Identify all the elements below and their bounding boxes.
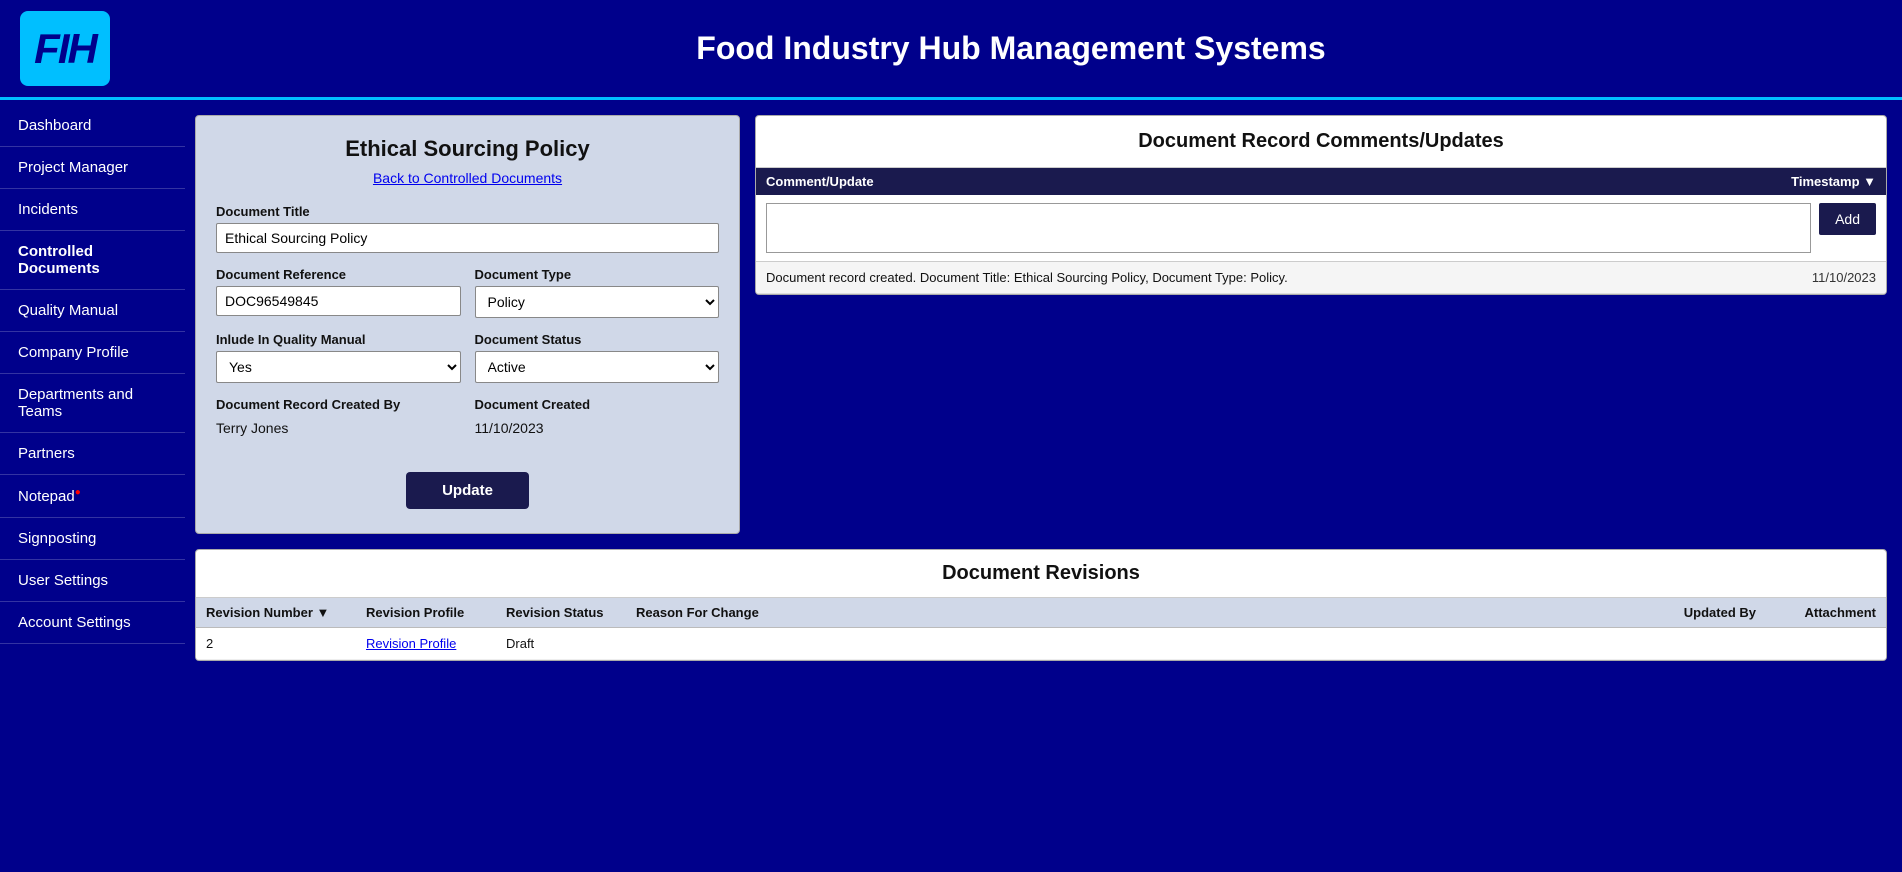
comments-col-header-comment: Comment/Update [766,174,1716,189]
sidebar-item-controlled-documents[interactable]: Controlled Documents [0,231,185,290]
created-by-value: Terry Jones [216,416,461,440]
document-created-group: Document Created 11/10/2023 [475,397,720,440]
header-title: Food Industry Hub Management Systems [140,30,1882,67]
include-qm-label: Inlude In Quality Manual [216,332,461,347]
back-to-controlled-documents-link[interactable]: Back to Controlled Documents [216,170,719,186]
main-layout: Dashboard Project Manager Incidents Cont… [0,100,1902,872]
document-title-label: Document Title [216,204,719,219]
sidebar-item-company-profile[interactable]: Company Profile [0,332,185,374]
revisions-title: Document Revisions [196,550,1886,598]
comments-col-header-timestamp: Timestamp ▼ [1716,174,1876,189]
sidebar-item-signposting[interactable]: Signposting [0,518,185,560]
comments-textarea[interactable] [766,203,1811,253]
revision-row: 2 Revision Profile Draft [196,628,1886,660]
comments-title: Document Record Comments/Updates [756,116,1886,168]
comment-timestamp: 11/10/2023 [1716,270,1876,285]
sidebar-item-account-settings[interactable]: Account Settings [0,602,185,644]
top-row: Ethical Sourcing Policy Back to Controll… [195,115,1887,534]
comment-text: Document record created. Document Title:… [766,270,1716,285]
header: FIH Food Industry Hub Management Systems [0,0,1902,100]
document-created-value: 11/10/2023 [475,416,720,440]
sidebar-item-partners[interactable]: Partners [0,433,185,475]
sidebar: Dashboard Project Manager Incidents Cont… [0,100,185,872]
document-type-select[interactable]: Policy Procedure Work Instruction Form [475,286,720,318]
qm-status-row: Inlude In Quality Manual Yes No Document… [216,332,719,397]
revision-profile-link[interactable]: Revision Profile [366,636,506,651]
update-button[interactable]: Update [406,472,529,509]
document-reference-input[interactable] [216,286,461,316]
document-reference-label: Document Reference [216,267,461,282]
rev-header-profile: Revision Profile [366,605,506,620]
document-type-label: Document Type [475,267,720,282]
logo-text: FIH [34,25,96,73]
logo: FIH [20,11,110,86]
rev-header-number: Revision Number ▼ [206,605,366,620]
comment-entry: Document record created. Document Title:… [756,262,1886,294]
document-status-select[interactable]: Active Draft Archived [475,351,720,383]
add-comment-button[interactable]: Add [1819,203,1876,235]
include-qm-select[interactable]: Yes No [216,351,461,383]
comments-panel: Document Record Comments/Updates Comment… [755,115,1887,295]
sidebar-item-dashboard[interactable]: Dashboard [0,105,185,147]
rev-status: Draft [506,636,636,651]
sidebar-item-departments-teams[interactable]: Departments and Teams [0,374,185,433]
include-qm-group: Inlude In Quality Manual Yes No [216,332,461,383]
document-status-group: Document Status Active Draft Archived [475,332,720,383]
creator-created-row: Document Record Created By Terry Jones D… [216,397,719,454]
sidebar-item-notepad[interactable]: Notepad● [0,475,185,518]
reference-type-row: Document Reference Document Type Policy … [216,267,719,332]
document-panel-title: Ethical Sourcing Policy [216,136,719,162]
sidebar-item-quality-manual[interactable]: Quality Manual [0,290,185,332]
rev-header-status: Revision Status [506,605,636,620]
notepad-dot: ● [75,487,81,498]
content-area: Ethical Sourcing Policy Back to Controll… [185,100,1902,872]
sidebar-item-project-manager[interactable]: Project Manager [0,147,185,189]
created-by-label: Document Record Created By [216,397,461,412]
document-type-group: Document Type Policy Procedure Work Inst… [475,267,720,318]
sidebar-item-incidents[interactable]: Incidents [0,189,185,231]
comments-input-row: Add [756,195,1886,262]
rev-number: 2 [206,636,366,651]
document-form-panel: Ethical Sourcing Policy Back to Controll… [195,115,740,534]
document-created-label: Document Created [475,397,720,412]
document-title-input[interactable] [216,223,719,253]
document-status-label: Document Status [475,332,720,347]
document-reference-group: Document Reference [216,267,461,318]
revisions-header-row: Revision Number ▼ Revision Profile Revis… [196,598,1886,628]
rev-header-attachment: Attachment [1756,605,1876,620]
rev-header-updated-by: Updated By [1626,605,1756,620]
revisions-panel: Document Revisions Revision Number ▼ Rev… [195,549,1887,661]
sidebar-item-user-settings[interactable]: User Settings [0,560,185,602]
created-by-group: Document Record Created By Terry Jones [216,397,461,440]
rev-header-reason: Reason For Change [636,605,1626,620]
comments-header: Comment/Update Timestamp ▼ [756,168,1886,195]
document-title-group: Document Title [216,204,719,253]
